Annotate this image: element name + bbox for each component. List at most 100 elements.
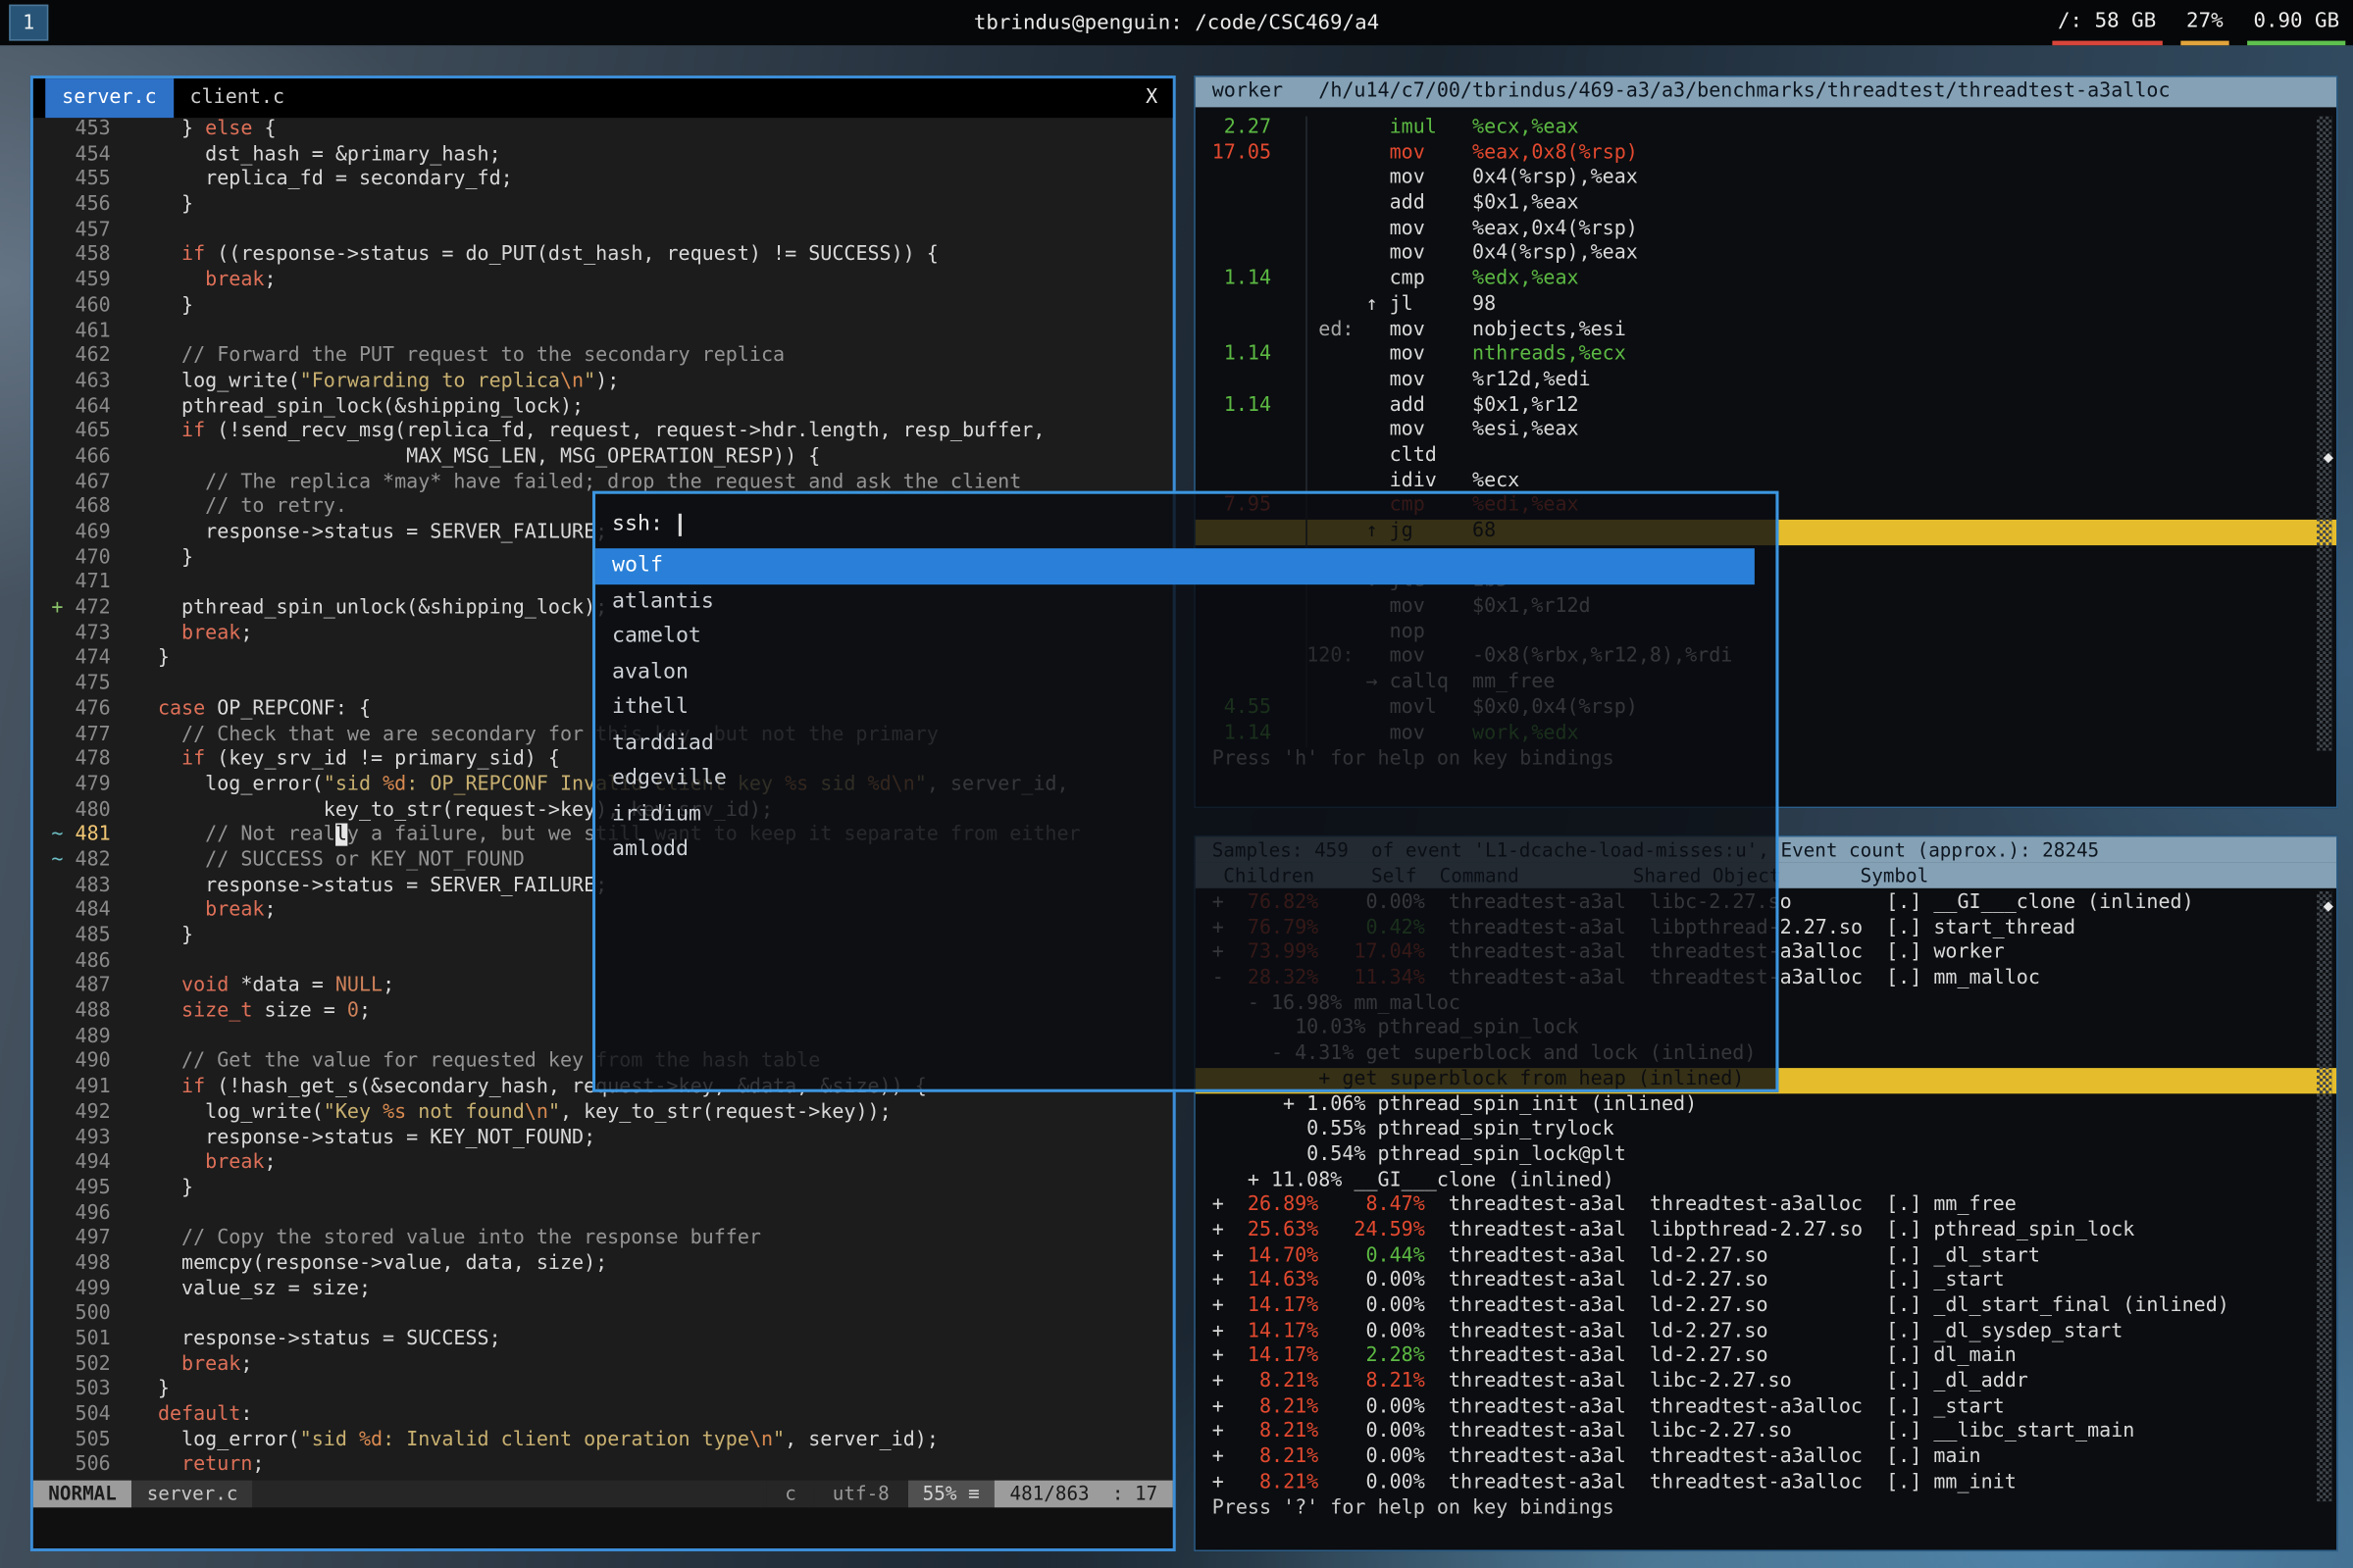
code-line: 504 default: [33,1403,1173,1429]
annotate-symbol: worker [1212,80,1283,103]
popup-item-wolf[interactable]: wolf [595,548,1755,583]
code-line: 496 [33,1202,1173,1228]
statusline-percent: 55% ≡ [907,1481,995,1508]
workspace-button[interactable]: 1 [9,5,48,41]
code-line: 463 log_write("Forwarding to replica\n")… [33,370,1173,395]
report-row[interactable]: 0.54% pthread_spin_lock@plt [1196,1143,2336,1169]
code-line: 498 memcpy(response->value, data, size); [33,1252,1173,1278]
top-bar: 1 tbrindus@penguin: /code/CSC469/a4 /: 5… [0,0,2353,45]
code-line: 493 response->status = KEY_NOT_FOUND; [33,1126,1173,1151]
asm-row[interactable]: mov 0x4(%rsp),%eax [1196,167,2336,192]
editor-tabline: server.cclient.c X [33,78,1173,118]
command-line [33,1507,1173,1548]
report-row[interactable]: + 14.17% 0.00% threadtest-a3al ld-2.27.s… [1196,1320,2336,1345]
code-line: 506 return; [33,1454,1173,1480]
report-row[interactable]: + 14.63% 0.00% threadtest-a3al ld-2.27.s… [1196,1269,2336,1294]
statusline-filename: server.c [131,1481,253,1508]
asm-row[interactable]: ↑ jl 98 [1196,293,2336,319]
code-line: 457 [33,219,1173,244]
code-line: 492 log_write("Key %s not found\n", key_… [33,1101,1173,1127]
asm-row[interactable]: 1.14 add $0x1,%r12 [1196,393,2336,419]
popup-item-edgeville[interactable]: edgeville [595,761,1775,796]
asm-row[interactable]: mov %eax,0x4(%rsp) [1196,217,2336,242]
scrollbar[interactable] [2317,117,2331,751]
popup-item-avalon[interactable]: avalon [595,655,1775,690]
report-row[interactable]: + 8.21% 0.00% threadtest-a3al threadtest… [1196,1395,2336,1421]
annotate-header: worker /h/u14/c7/00/tbrindus/469-a3/a3/b… [1196,77,2336,108]
statusline-position: 481/863 : 17 [995,1481,1173,1508]
code-line: 466 MAX_MSG_LEN, MSG_OPERATION_RESP)) { [33,445,1173,471]
popup-item-ithell[interactable]: ithell [595,690,1775,726]
mode-indicator: NORMAL [33,1481,131,1508]
report-row[interactable]: + 26.89% 8.47% threadtest-a3al threadtes… [1196,1193,2336,1219]
report-row[interactable]: + 25.63% 24.59% threadtest-a3al libpthre… [1196,1219,2336,1244]
scroll-marker-icon: ◆ [2324,449,2333,466]
asm-row[interactable]: mov 0x4(%rsp),%eax [1196,242,2336,268]
report-row[interactable]: + 8.21% 8.21% threadtest-a3al libc-2.27.… [1196,1370,2336,1395]
asm-row[interactable]: mov %esi,%eax [1196,419,2336,444]
popup-list: wolfatlantiscamelotavalonithelltarddiade… [595,548,1775,868]
report-row[interactable]: + 11.08% __GI___clone (inlined) [1196,1169,2336,1194]
code-line: 499 value_sz = size; [33,1278,1173,1303]
code-line: 502 break; [33,1353,1173,1379]
ssh-launcher-popup[interactable]: ssh: wolfatlantiscamelotavalonithelltard… [592,491,1779,1092]
report-row[interactable]: + 14.17% 0.00% threadtest-a3al ld-2.27.s… [1196,1294,2336,1320]
popup-item-camelot[interactable]: camelot [595,620,1775,655]
asm-row[interactable]: 17.05 mov %eax,0x8(%rsp) [1196,141,2336,167]
code-line: 465 if (!send_recv_msg(replica_fd, reque… [33,421,1173,446]
code-line: 458 if ((response->status = do_PUT(dst_h… [33,244,1173,270]
editor-tab-client.c[interactable]: client.c [174,78,301,118]
popup-item-iridium[interactable]: iridium [595,797,1775,833]
code-line: 464 pthread_spin_lock(&shipping_lock); [33,395,1173,421]
report-footer: Press '?' for help on key bindings [1212,1497,1614,1520]
report-row[interactable]: + 14.17% 2.28% threadtest-a3al ld-2.27.s… [1196,1345,2336,1371]
statusline-filler [253,1481,767,1508]
editor-tab-server.c[interactable]: server.c [45,78,173,118]
statusline-encoding: utf-8 [814,1481,907,1508]
statusline: NORMAL server.c c utf-8 55% ≡ 481/863 : … [33,1481,1173,1508]
statusline-filetype: c [767,1481,815,1508]
code-line: 456 } [33,193,1173,219]
code-line: 453 } else { [33,118,1173,143]
asm-row[interactable]: cltd [1196,444,2336,470]
bar-status: /: 58 GB 27% 0.90 GB [2052,0,2345,45]
close-icon[interactable]: X [1146,78,1157,118]
asm-row[interactable]: 1.14 mov nthreads,%ecx [1196,343,2336,369]
asm-row[interactable]: mov %r12d,%edi [1196,369,2336,394]
code-line: 497 // Copy the stored value into the re… [33,1227,1173,1252]
annotate-path: /h/u14/c7/00/tbrindus/469-a3/a3/benchmar… [1318,80,2170,103]
status-block: 27% [2180,0,2229,45]
report-row[interactable]: + 14.70% 0.44% threadtest-a3al ld-2.27.s… [1196,1244,2336,1270]
status-block: 0.90 GB [2247,0,2345,45]
code-line: 500 [33,1302,1173,1328]
popup-item-tarddiad[interactable]: tarddiad [595,726,1775,761]
code-line: 494 break; [33,1151,1173,1177]
code-line: 459 break; [33,269,1173,294]
report-row[interactable]: + 1.06% pthread_spin_init (inlined) [1196,1093,2336,1119]
ssh-prompt-input[interactable]: ssh: [595,494,1775,545]
code-line: 495 } [33,1177,1173,1202]
code-line: 505 log_error("sid %d: Invalid client op… [33,1429,1173,1454]
status-block: /: 58 GB [2052,0,2163,45]
asm-row[interactable]: add $0x1,%eax [1196,192,2336,218]
code-line: 461 [33,320,1173,345]
code-line: 460 } [33,294,1173,320]
report-row[interactable]: + 8.21% 0.00% threadtest-a3al threadtest… [1196,1445,2336,1471]
code-line: 503 } [33,1378,1173,1403]
prompt-label: ssh: [612,512,663,536]
report-row[interactable]: + 8.21% 0.00% threadtest-a3al libc-2.27.… [1196,1421,2336,1446]
code-line: 454 dst_hash = &primary_hash; [33,143,1173,169]
tab-list: server.cclient.c [45,78,301,118]
asm-row[interactable]: 2.27 imul %ecx,%eax [1196,117,2336,142]
popup-item-atlantis[interactable]: atlantis [595,583,1775,619]
code-line: 462 // Forward the PUT request to the se… [33,345,1173,371]
report-row[interactable]: 0.55% pthread_spin_trylock [1196,1118,2336,1143]
popup-item-amlodd[interactable]: amlodd [595,833,1775,868]
report-row[interactable]: + 8.21% 0.00% threadtest-a3al threadtest… [1196,1471,2336,1496]
text-cursor-icon [678,513,681,535]
scrollbar[interactable] [2317,891,2331,1501]
asm-row[interactable]: 1.14 cmp %edx,%eax [1196,268,2336,293]
asm-row[interactable]: ed: mov nobjects,%esi [1196,318,2336,343]
code-line: 455 replica_fd = secondary_fd; [33,169,1173,194]
scroll-marker-icon: ◆ [2324,897,2333,914]
